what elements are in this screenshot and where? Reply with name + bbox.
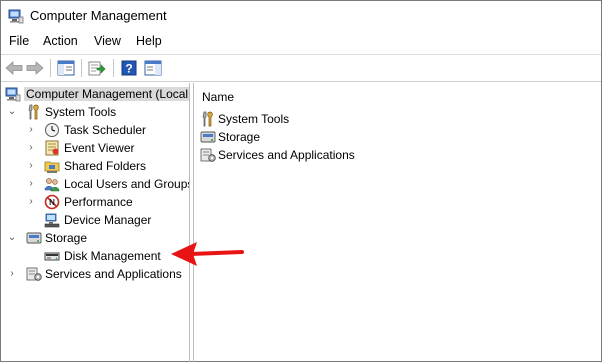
expand-chevron-icon[interactable]: › (26, 196, 36, 208)
tree-item-device-manager[interactable]: Device Manager (1, 211, 189, 229)
tree-item-label: Task Scheduler (64, 123, 147, 137)
tools-icon (28, 104, 39, 120)
computer-management-window: Computer Management File Action View Hel… (0, 0, 602, 362)
menu-bar: File Action View Help (1, 32, 601, 52)
menu-help[interactable]: Help (136, 34, 162, 48)
menu-file[interactable]: File (9, 34, 29, 48)
storage-icon (26, 232, 42, 244)
performance-icon: N (44, 194, 60, 210)
list-item-storage[interactable]: Storage (200, 128, 500, 146)
tree-item-label: Local Users and Groups (64, 177, 190, 191)
device-manager-icon (44, 213, 60, 228)
toolbar-separator (81, 59, 82, 77)
name-column-header[interactable]: Name (202, 90, 234, 104)
window-title: Computer Management (30, 8, 167, 23)
expand-chevron-icon[interactable]: › (26, 178, 36, 190)
expand-chevron-icon[interactable]: › (26, 142, 36, 154)
services-icon (26, 267, 42, 281)
tree-item-performance[interactable]: › N Performance (1, 193, 189, 211)
tree-item-storage[interactable]: ⌄ Storage (1, 229, 189, 247)
storage-icon (200, 131, 216, 143)
tree-item-label: Performance (64, 195, 133, 209)
results-pane: Name System Tools Storage Services and A… (193, 83, 601, 362)
export-list-icon (88, 61, 106, 76)
action-pane-icon (144, 60, 162, 76)
list-item-label: Storage (218, 130, 261, 144)
export-list-button[interactable] (87, 58, 107, 78)
menu-action[interactable]: Action (43, 34, 78, 48)
show-hide-console-tree-button[interactable] (56, 58, 76, 78)
computer-management-icon (5, 87, 21, 102)
tree-item-label: Device Manager (64, 213, 152, 227)
console-tree: Computer Management (Local ⌄ System Tool… (1, 83, 190, 362)
tree-item-label: System Tools (45, 105, 117, 119)
collapse-chevron-icon[interactable]: ⌄ (7, 232, 17, 244)
menu-view[interactable]: View (94, 34, 121, 48)
back-arrow-icon (5, 61, 23, 75)
tree-item-label: Services and Applications (45, 267, 182, 281)
help-button[interactable]: ? (119, 58, 139, 78)
svg-text:?: ? (125, 62, 132, 76)
tree-root-label: Computer Management (Local (24, 87, 189, 101)
users-icon (44, 178, 60, 192)
show-hide-action-pane-button[interactable] (143, 58, 163, 78)
list-item-label: Services and Applications (218, 148, 355, 162)
tree-item-task-scheduler[interactable]: › Task Scheduler (1, 121, 189, 139)
tree-item-shared-folders[interactable]: › Shared Folders (1, 157, 189, 175)
title-bar: Computer Management (1, 1, 601, 31)
clock-icon (45, 123, 59, 137)
tree-item-label: Shared Folders (64, 159, 147, 173)
tree-item-event-viewer[interactable]: › Event Viewer (1, 139, 189, 157)
red-annotation-arrow-icon (171, 242, 244, 266)
list-item-label: System Tools (218, 112, 290, 126)
back-button[interactable] (4, 58, 24, 78)
event-viewer-icon (45, 140, 59, 156)
tools-icon (202, 111, 213, 127)
expand-chevron-icon[interactable]: › (26, 124, 36, 136)
console-tree-icon (57, 60, 75, 76)
toolbar-separator (50, 59, 51, 77)
toolbar-separator (113, 59, 114, 77)
help-icon: ? (121, 60, 137, 76)
tree-item-services-and-applications[interactable]: › Services and Applications (1, 265, 189, 283)
tree-root-computer-management[interactable]: Computer Management (Local (1, 85, 189, 103)
forward-button[interactable] (25, 58, 45, 78)
list-item-services-and-applications[interactable]: Services and Applications (200, 146, 500, 164)
tree-item-disk-management[interactable]: Disk Management (1, 247, 189, 265)
tree-item-label: Event Viewer (64, 141, 135, 155)
disk-icon (44, 252, 60, 261)
expand-chevron-icon[interactable]: › (7, 268, 17, 280)
forward-arrow-icon (26, 61, 44, 75)
list-item-system-tools[interactable]: System Tools (200, 110, 500, 128)
toolbar: ? (1, 54, 601, 82)
expand-chevron-icon[interactable]: › (26, 160, 36, 172)
shared-folders-icon (44, 161, 60, 173)
tree-item-label: Disk Management (64, 249, 161, 263)
svg-text:N: N (49, 198, 55, 207)
computer-management-icon (8, 9, 24, 24)
tree-item-local-users-and-groups[interactable]: › Local Users and Groups (1, 175, 190, 193)
collapse-chevron-icon[interactable]: ⌄ (7, 106, 17, 118)
tree-item-system-tools[interactable]: ⌄ System Tools (1, 103, 189, 121)
services-icon (200, 148, 216, 162)
tree-item-label: Storage (45, 231, 88, 245)
